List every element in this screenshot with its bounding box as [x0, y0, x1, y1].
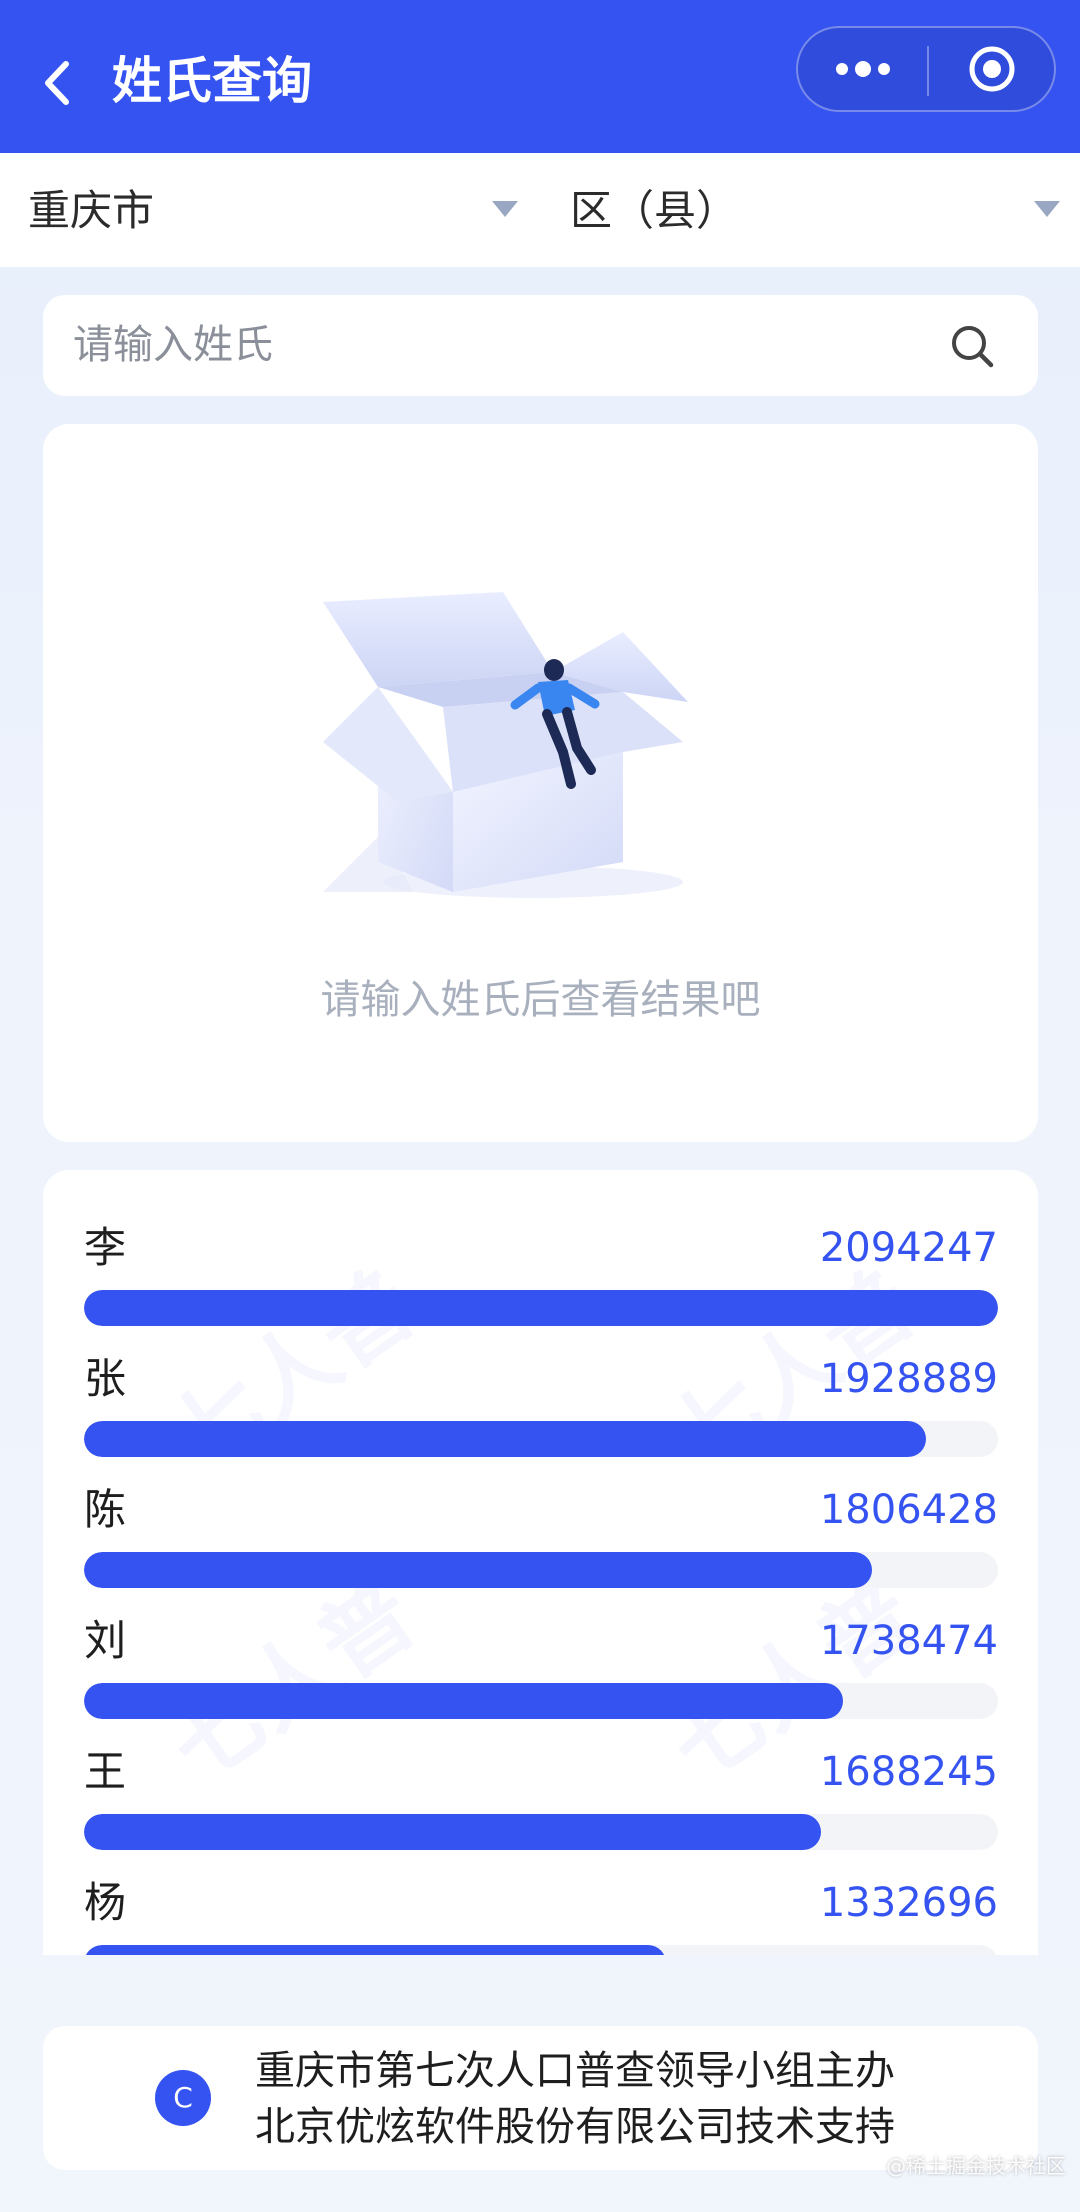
- population-count: 1332696: [819, 1880, 998, 1926]
- tech-support-text: 北京优炫软件股份有限公司技术支持: [255, 2104, 895, 2150]
- district-select-label: 区（县）: [570, 186, 739, 235]
- population-bar-track: [84, 1552, 998, 1588]
- search-box: [43, 295, 1038, 396]
- population-bar-track: [84, 1683, 998, 1719]
- population-bar-fill: [84, 1290, 998, 1326]
- caret-down-icon: [1034, 201, 1060, 217]
- navigation-bar: 姓氏查询: [0, 0, 1080, 153]
- empty-box-illustration: [323, 592, 688, 898]
- population-count: 1738474: [819, 1618, 998, 1664]
- caret-down-icon: [492, 201, 518, 217]
- more-button[interactable]: [798, 28, 927, 110]
- ranking-row[interactable]: 杨 1332696: [84, 1875, 998, 1955]
- target-circle-icon: [969, 46, 1015, 92]
- population-bar-fill: [84, 1683, 843, 1719]
- more-dots-icon: [836, 61, 890, 77]
- surname-label: 张: [84, 1354, 127, 1403]
- close-mini-program-button[interactable]: [929, 28, 1054, 110]
- region-selector-bar: 重庆市 区（县）: [0, 153, 1080, 267]
- page-title: 姓氏查询: [112, 52, 312, 110]
- population-bar-fill: [84, 1421, 926, 1457]
- surname-label: 杨: [84, 1878, 127, 1927]
- ranking-row[interactable]: 李 2094247: [84, 1220, 998, 1340]
- population-bar-fill: [84, 1814, 821, 1850]
- population-count: 1688245: [819, 1749, 998, 1795]
- population-count: 2094247: [819, 1225, 998, 1271]
- population-bar-track: [84, 1290, 998, 1326]
- mini-program-capsule: [796, 26, 1056, 112]
- chevron-left-icon[interactable]: [38, 58, 78, 108]
- population-bar-fill: [84, 1945, 666, 1955]
- population-bar-track: [84, 1421, 998, 1457]
- surname-label: 李: [84, 1223, 127, 1272]
- city-select[interactable]: 重庆市: [28, 153, 518, 267]
- surname-label: 王: [84, 1747, 127, 1796]
- empty-state-card: 请输入姓氏后查看结果吧: [43, 424, 1038, 1142]
- organizer-text: 重庆市第七次人口普查领导小组主办: [255, 2048, 895, 2094]
- population-count: 1806428: [819, 1487, 998, 1533]
- surname-search-input[interactable]: [73, 315, 913, 375]
- footer-card: C 重庆市第七次人口普查领导小组主办 北京优炫软件股份有限公司技术支持: [43, 2026, 1038, 2170]
- population-bar-fill: [84, 1552, 873, 1588]
- footer-logo: C: [155, 2070, 211, 2126]
- ranking-row[interactable]: 王 1688245: [84, 1744, 998, 1864]
- surname-label: 刘: [84, 1616, 127, 1665]
- empty-state-hint: 请输入姓氏后查看结果吧: [320, 977, 761, 1023]
- source-credit: @稀土掘金技术社区: [886, 2154, 1066, 2178]
- population-count: 1928889: [819, 1356, 998, 1402]
- ranking-row[interactable]: 陈 1806428: [84, 1482, 998, 1602]
- surname-ranking-card: 七人普 七人普 七人普 七人普 李 2094247 张 1928889 陈 1806428…: [43, 1170, 1038, 1955]
- ranking-row[interactable]: 张 1928889: [84, 1351, 998, 1471]
- population-bar-track: [84, 1945, 998, 1955]
- surname-label: 陈: [84, 1485, 127, 1534]
- ranking-row[interactable]: 刘 1738474: [84, 1613, 998, 1733]
- district-select[interactable]: 区（县）: [570, 153, 1060, 267]
- city-select-label: 重庆市: [28, 186, 155, 235]
- search-icon[interactable]: [949, 323, 995, 369]
- population-bar-track: [84, 1814, 998, 1850]
